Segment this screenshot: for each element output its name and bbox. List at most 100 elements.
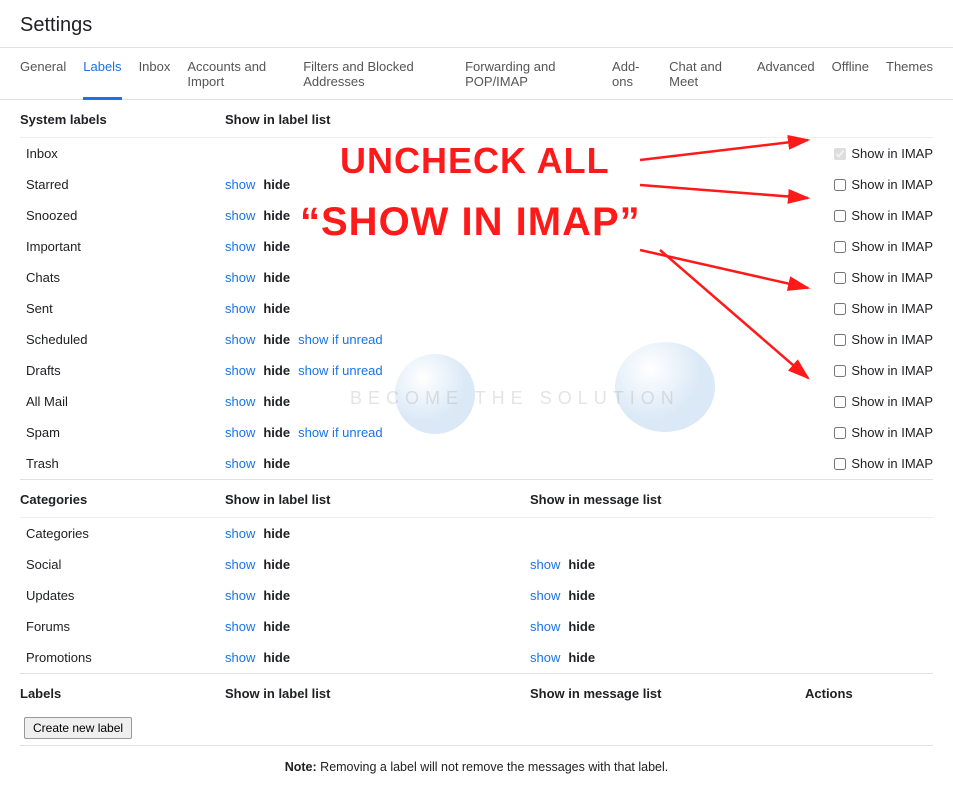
hide-link[interactable]: hide xyxy=(263,557,290,572)
show-link[interactable]: show xyxy=(225,557,255,572)
hide-link[interactable]: hide xyxy=(568,557,595,572)
show-in-imap-control[interactable]: Show in IMAP xyxy=(530,208,933,223)
tab-offline[interactable]: Offline xyxy=(832,48,869,99)
show-link[interactable]: show xyxy=(225,301,255,316)
categories-heading: Categories xyxy=(20,492,225,507)
label-name: Inbox xyxy=(20,146,225,161)
tab-accounts-and-import[interactable]: Accounts and Import xyxy=(187,48,286,99)
show-in-message-list-heading: Show in message list xyxy=(530,686,805,701)
show-in-imap-checkbox[interactable] xyxy=(834,179,846,191)
show-in-imap-checkbox[interactable] xyxy=(834,396,846,408)
label-name: All Mail xyxy=(20,394,225,409)
show-in-imap-control[interactable]: Show in IMAP xyxy=(530,394,933,409)
tab-themes[interactable]: Themes xyxy=(886,48,933,99)
tab-forwarding-and-pop-imap[interactable]: Forwarding and POP/IMAP xyxy=(465,48,595,99)
show-link[interactable]: show xyxy=(225,177,255,192)
show-in-imap-checkbox[interactable] xyxy=(834,303,846,315)
system-label-row: ChatsshowhideShow in IMAP xyxy=(20,262,933,293)
show-in-imap-control[interactable]: Show in IMAP xyxy=(530,425,933,440)
show-in-imap-label: Show in IMAP xyxy=(851,146,933,161)
show-in-imap-label: Show in IMAP xyxy=(851,394,933,409)
label-name: Spam xyxy=(20,425,225,440)
show-in-imap-control[interactable]: Show in IMAP xyxy=(530,301,933,316)
tab-chat-and-meet[interactable]: Chat and Meet xyxy=(669,48,740,99)
show-if-unread-link[interactable]: show if unread xyxy=(298,425,383,440)
system-labels-heading: System labels xyxy=(20,112,225,127)
hide-link[interactable]: hide xyxy=(263,332,290,347)
show-in-imap-control[interactable]: Show in IMAP xyxy=(530,363,933,378)
show-link[interactable]: show xyxy=(225,425,255,440)
show-in-imap-label: Show in IMAP xyxy=(851,301,933,316)
label-list-controls: show hide xyxy=(225,394,530,409)
hide-link[interactable]: hide xyxy=(568,619,595,634)
label-list-controls: show hide xyxy=(225,588,530,603)
show-link[interactable]: show xyxy=(225,588,255,603)
show-link[interactable]: show xyxy=(530,588,560,603)
show-link[interactable]: show xyxy=(225,363,255,378)
show-link[interactable]: show xyxy=(225,270,255,285)
show-link[interactable]: show xyxy=(530,650,560,665)
show-if-unread-link[interactable]: show if unread xyxy=(298,332,383,347)
show-link[interactable]: show xyxy=(530,619,560,634)
system-label-row: All Mailshow hide Show in IMAP xyxy=(20,386,933,417)
system-label-row: SnoozedshowhideShow in IMAP xyxy=(20,200,933,231)
tab-add-ons[interactable]: Add-ons xyxy=(612,48,652,99)
hide-link[interactable]: hide xyxy=(263,363,290,378)
create-new-label-button[interactable]: Create new label xyxy=(24,717,132,739)
show-in-imap-control[interactable]: Show in IMAP xyxy=(530,146,933,161)
category-row: Socialshowhideshowhide xyxy=(20,549,933,580)
hide-link[interactable]: hide xyxy=(263,619,290,634)
hide-link[interactable]: hide xyxy=(568,588,595,603)
show-if-unread-link[interactable]: show if unread xyxy=(298,363,383,378)
hide-link[interactable]: hide xyxy=(263,301,290,316)
show-in-label-list-heading: Show in label list xyxy=(225,112,530,127)
tab-advanced[interactable]: Advanced xyxy=(757,48,815,99)
show-in-imap-control[interactable]: Show in IMAP xyxy=(530,456,933,471)
show-link[interactable]: show xyxy=(225,239,255,254)
tab-general[interactable]: General xyxy=(20,48,66,99)
category-name: Categories xyxy=(20,526,225,541)
show-in-imap-checkbox[interactable] xyxy=(834,210,846,222)
tab-filters-and-blocked-addresses[interactable]: Filters and Blocked Addresses xyxy=(303,48,448,99)
hide-link[interactable]: hide xyxy=(263,270,290,285)
show-in-imap-control[interactable]: Show in IMAP xyxy=(530,177,933,192)
show-link[interactable]: show xyxy=(225,526,255,541)
show-link[interactable]: show xyxy=(225,394,255,409)
show-in-imap-control[interactable]: Show in IMAP xyxy=(530,332,933,347)
show-in-imap-checkbox[interactable] xyxy=(834,241,846,253)
show-in-imap-checkbox[interactable] xyxy=(834,458,846,470)
show-link[interactable]: show xyxy=(225,456,255,471)
settings-header: Settings xyxy=(0,0,953,47)
show-link[interactable]: show xyxy=(225,332,255,347)
tab-inbox[interactable]: Inbox xyxy=(139,48,171,99)
show-link[interactable]: show xyxy=(225,619,255,634)
hide-link[interactable]: hide xyxy=(263,588,290,603)
actions-heading: Actions xyxy=(805,686,933,701)
show-link[interactable]: show xyxy=(225,650,255,665)
show-in-imap-checkbox[interactable] xyxy=(834,272,846,284)
show-in-imap-label: Show in IMAP xyxy=(851,332,933,347)
label-name: Scheduled xyxy=(20,332,225,347)
system-label-row: Draftsshowhideshow if unreadShow in IMAP xyxy=(20,355,933,386)
page-title: Settings xyxy=(20,14,933,37)
hide-link[interactable]: hide xyxy=(263,208,290,223)
show-in-imap-checkbox[interactable] xyxy=(834,427,846,439)
hide-link[interactable]: hide xyxy=(263,526,290,541)
show-in-imap-control[interactable]: Show in IMAP xyxy=(530,239,933,254)
show-link[interactable]: show xyxy=(225,208,255,223)
show-in-imap-checkbox[interactable] xyxy=(834,334,846,346)
hide-link[interactable]: hide xyxy=(568,650,595,665)
hide-link[interactable]: hide xyxy=(263,394,290,409)
show-in-imap-control[interactable]: Show in IMAP xyxy=(530,270,933,285)
hide-link[interactable]: hide xyxy=(263,425,290,440)
hide-link[interactable]: hide xyxy=(263,456,290,471)
show-in-imap-label: Show in IMAP xyxy=(851,456,933,471)
label-name: Trash xyxy=(20,456,225,471)
system-label-row: Scheduledshow hide show if unread Show in I… xyxy=(20,324,933,355)
hide-link[interactable]: hide xyxy=(263,239,290,254)
hide-link[interactable]: hide xyxy=(263,177,290,192)
show-in-imap-checkbox[interactable] xyxy=(834,365,846,377)
tab-labels[interactable]: Labels xyxy=(83,48,121,100)
hide-link[interactable]: hide xyxy=(263,650,290,665)
show-link[interactable]: show xyxy=(530,557,560,572)
